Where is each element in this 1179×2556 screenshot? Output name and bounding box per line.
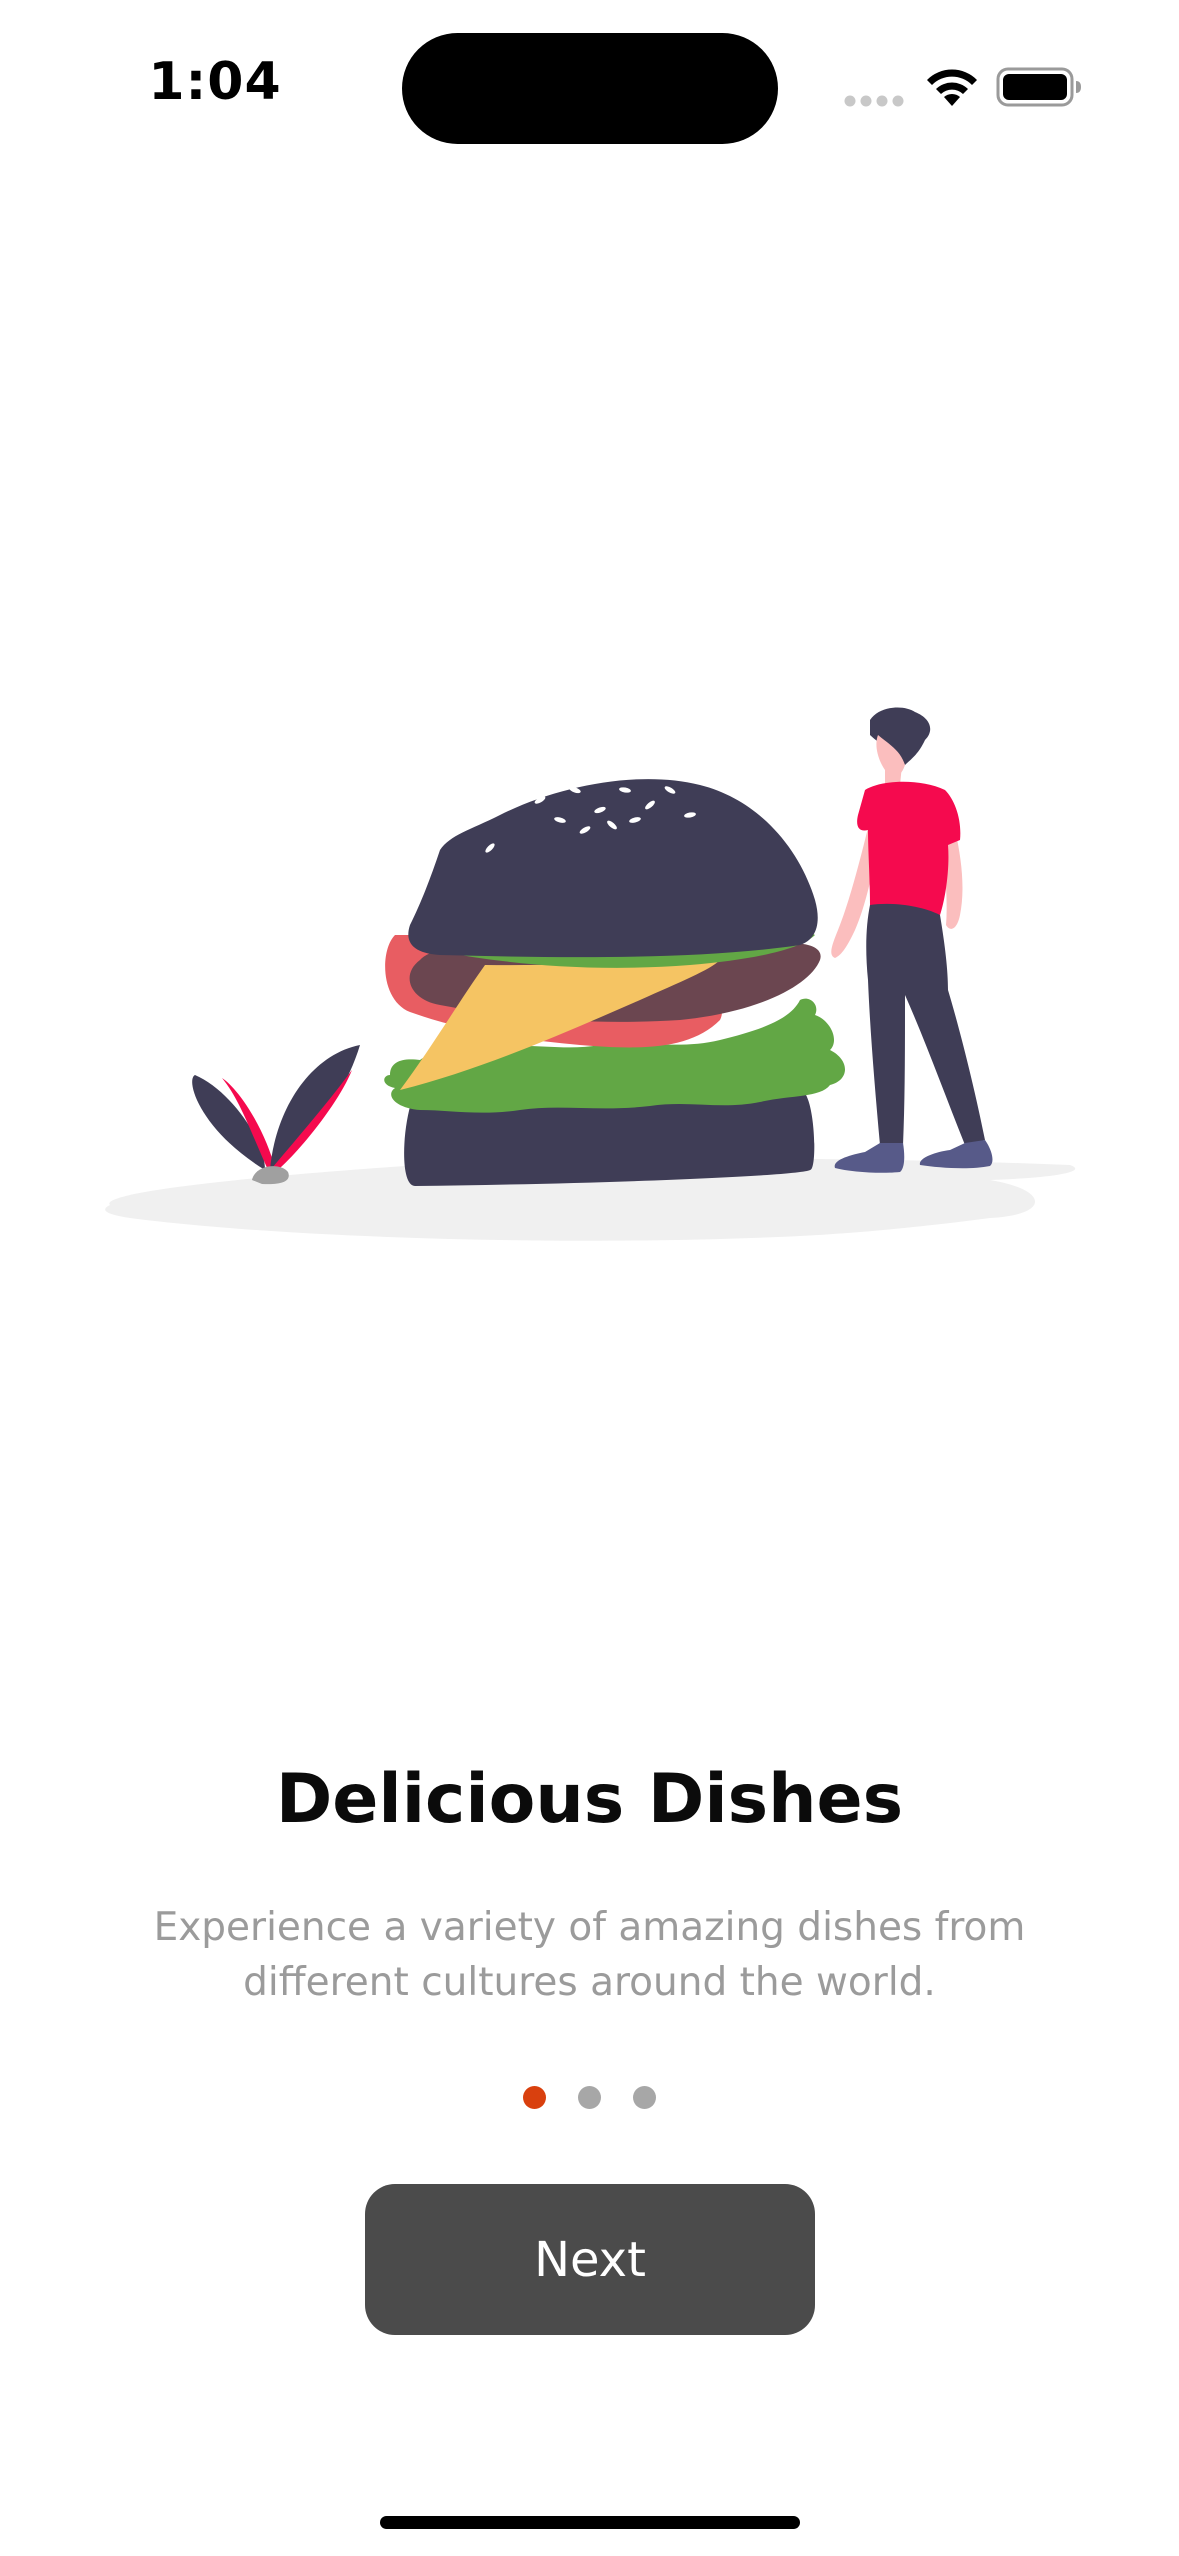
page-dot-1-active[interactable] — [523, 2086, 546, 2109]
wifi-icon — [927, 69, 977, 106]
status-time: 1:04 — [148, 52, 282, 112]
battery-icon — [996, 67, 1081, 107]
cellular-signal-icon — [844, 95, 904, 107]
page-indicator — [0, 2086, 1179, 2110]
page-dot-3[interactable] — [633, 2086, 656, 2109]
status-bar: 1:04 — [0, 0, 1179, 170]
dynamic-island — [402, 33, 778, 144]
onboarding-title: Delicious Dishes — [275, 1760, 904, 1839]
burger-person-illustration — [105, 707, 1076, 1241]
onboarding-description: Experience a variety of amazing dishes f… — [153, 1905, 1026, 2005]
person-figure — [831, 707, 993, 1173]
page-dot-2[interactable] — [578, 2086, 601, 2109]
home-indicator[interactable] — [380, 2516, 800, 2529]
plant-decoration — [192, 1045, 360, 1185]
top-bun — [408, 779, 818, 958]
next-button[interactable]: Next — [365, 2184, 815, 2335]
